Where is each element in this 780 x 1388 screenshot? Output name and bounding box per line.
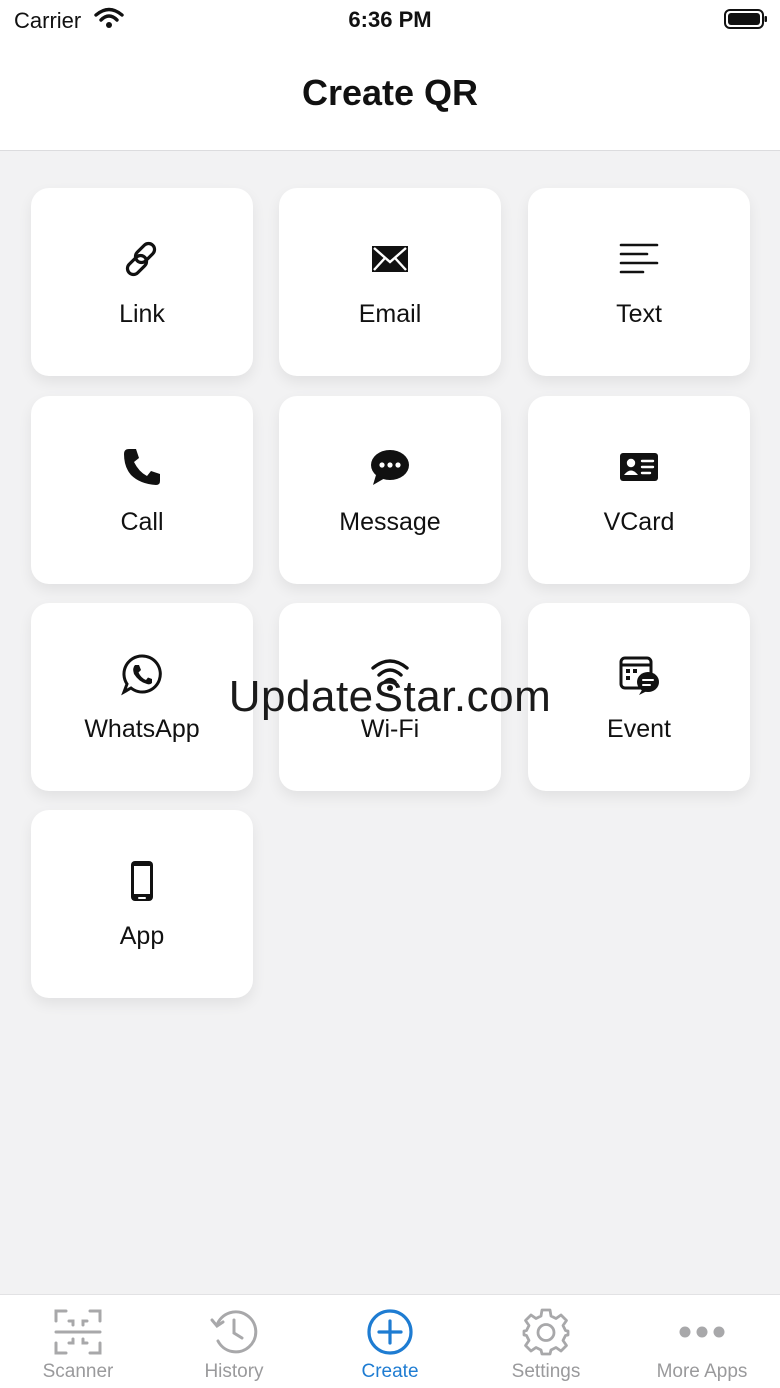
option-card-whatsapp[interactable]: WhatsApp <box>31 603 253 791</box>
contact-card-icon <box>614 442 664 492</box>
tab-label: Settings <box>511 1361 581 1382</box>
option-label: App <box>119 922 165 950</box>
option-label: Text <box>616 300 662 328</box>
option-card-vcard[interactable]: VCard <box>528 396 750 584</box>
option-label: Call <box>120 508 164 536</box>
page-title: Create QR <box>301 72 479 113</box>
option-label: VCard <box>603 508 675 536</box>
tab-more-apps[interactable]: More Apps <box>624 1295 780 1388</box>
option-label: WhatsApp <box>84 715 200 743</box>
ellipsis-icon <box>677 1307 727 1357</box>
scanner-frame-icon <box>53 1307 103 1357</box>
tab-label: More Apps <box>656 1361 748 1382</box>
tab-history[interactable]: History <box>156 1295 312 1388</box>
option-card-email[interactable]: Email <box>279 188 501 376</box>
option-label: Link <box>119 300 165 328</box>
calendar-chat-icon <box>614 649 664 699</box>
phone-icon <box>117 442 167 492</box>
option-label: Email <box>358 300 422 328</box>
text-lines-icon <box>614 234 664 284</box>
tab-label: Scanner <box>42 1361 114 1382</box>
option-card-app[interactable]: App <box>31 810 253 998</box>
whatsapp-icon <box>117 649 167 699</box>
smartphone-icon <box>117 856 167 906</box>
option-label: Message <box>339 508 441 536</box>
plus-circle-icon <box>365 1307 415 1357</box>
tab-bar: Scanner History Create Settings More App… <box>0 1294 780 1388</box>
option-card-message[interactable]: Message <box>279 396 501 584</box>
tab-label: History <box>204 1361 264 1382</box>
tab-settings[interactable]: Settings <box>468 1295 624 1388</box>
option-card-text[interactable]: Text <box>528 188 750 376</box>
option-card-link[interactable]: Link <box>31 188 253 376</box>
option-label: Event <box>607 715 671 743</box>
tab-label: Create <box>361 1361 419 1382</box>
option-card-event[interactable]: Event <box>528 603 750 791</box>
navigation-bar: Create QR <box>0 40 780 151</box>
tab-create[interactable]: Create <box>312 1295 468 1388</box>
link-icon <box>117 234 167 284</box>
battery-icon <box>724 9 768 29</box>
option-card-wifi[interactable]: Wi-Fi <box>279 603 501 791</box>
status-bar: Carrier 6:36 PM <box>0 0 780 40</box>
history-clock-icon <box>209 1307 259 1357</box>
envelope-icon <box>365 234 415 284</box>
tab-scanner[interactable]: Scanner <box>0 1295 156 1388</box>
option-label: Wi-Fi <box>360 715 420 743</box>
chat-bubble-icon <box>365 442 415 492</box>
option-card-call[interactable]: Call <box>31 396 253 584</box>
wifi-icon <box>365 649 415 699</box>
status-time: 6:36 PM <box>348 7 432 32</box>
qr-type-grid: Link Email Text Call Message VCard Whats… <box>0 150 780 1294</box>
gear-icon <box>521 1307 571 1357</box>
